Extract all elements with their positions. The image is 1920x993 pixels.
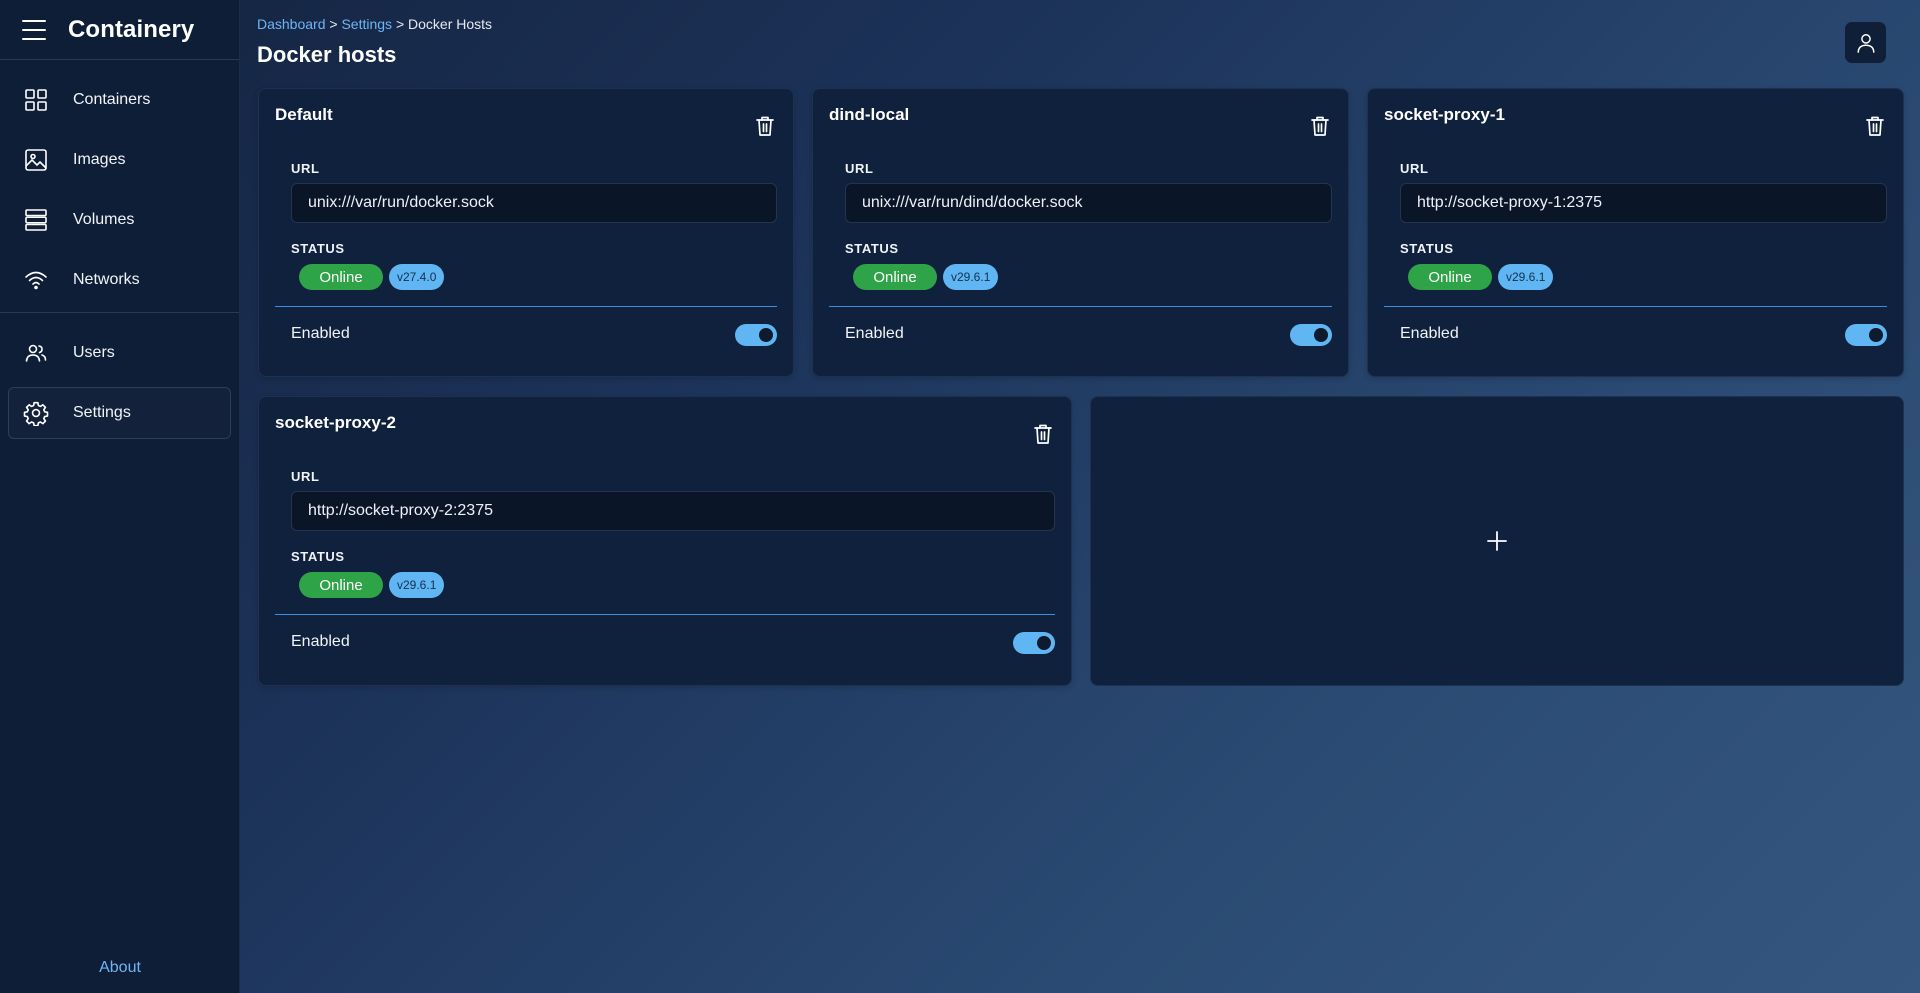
trash-icon[interactable]: [1865, 115, 1885, 137]
host-card: socket-proxy-1 URL STATUS Online v29.6.1…: [1367, 88, 1904, 377]
toggle-knob: [1869, 328, 1883, 342]
url-label: URL: [291, 161, 320, 176]
grid-icon: [23, 87, 49, 113]
page-title: Docker hosts: [257, 42, 397, 67]
version-badge: v29.6.1: [389, 572, 445, 598]
version-badge: v29.6.1: [943, 264, 999, 290]
card-divider: [275, 614, 1055, 615]
breadcrumb-current: Docker Hosts: [408, 16, 493, 32]
sidebar-item-containers[interactable]: Containers: [8, 74, 231, 126]
enabled-label: Enabled: [1400, 325, 1459, 342]
enabled-toggle[interactable]: [735, 324, 777, 346]
host-card: Default URL STATUS Online v27.4.0 Enable…: [258, 88, 794, 377]
version-badge: v27.4.0: [389, 264, 445, 290]
host-url-field[interactable]: [1400, 183, 1887, 223]
breadcrumb-separator: >: [395, 16, 405, 32]
status-label: STATUS: [1400, 241, 1454, 256]
status-badge: Online: [299, 572, 383, 598]
trash-icon[interactable]: [1310, 115, 1330, 137]
sidebar-item-label: Volumes: [73, 211, 135, 228]
status-badge: Online: [853, 264, 937, 290]
toggle-knob: [1037, 636, 1051, 650]
sidebar-nav-group-main: Containers Images Volumes Networks: [0, 74, 239, 313]
app-title: Containery: [68, 15, 195, 43]
version-badge: v29.6.1: [1498, 264, 1554, 290]
host-name: socket-proxy-1: [1384, 105, 1505, 124]
url-label: URL: [1400, 161, 1429, 176]
toggle-knob: [1314, 328, 1328, 342]
card-divider: [829, 306, 1332, 307]
image-icon: [23, 147, 49, 173]
plus-icon: [1487, 531, 1507, 551]
breadcrumb: Dashboard > Settings > Docker Hosts: [257, 16, 492, 32]
status-badge: Online: [1408, 264, 1492, 290]
database-icon: [23, 207, 49, 233]
host-name: dind-local: [829, 105, 910, 124]
sidebar-item-label: Images: [73, 151, 126, 168]
sidebar-item-volumes[interactable]: Volumes: [8, 194, 231, 246]
breadcrumb-settings[interactable]: Settings: [341, 16, 392, 32]
status-label: STATUS: [845, 241, 899, 256]
status-label: STATUS: [291, 549, 345, 564]
card-divider: [275, 306, 777, 307]
host-card: dind-local URL STATUS Online v29.6.1 Ena…: [812, 88, 1349, 377]
sidebar-item-label: Users: [73, 344, 115, 361]
enabled-toggle[interactable]: [1290, 324, 1332, 346]
host-card: socket-proxy-2 URL STATUS Online v29.6.1…: [258, 396, 1072, 686]
status-badges: Online v27.4.0: [299, 264, 445, 290]
host-url-field[interactable]: [845, 183, 1332, 223]
status-badge: Online: [299, 264, 383, 290]
breadcrumb-dashboard[interactable]: Dashboard: [257, 16, 326, 32]
status-label: STATUS: [291, 241, 345, 256]
sidebar-nav: Containers Images Volumes Networks Users…: [0, 60, 239, 439]
sidebar-item-label: Networks: [73, 271, 140, 288]
user-menu-button[interactable]: [1845, 22, 1886, 63]
users-icon: [23, 340, 49, 366]
add-host-card[interactable]: [1090, 396, 1904, 686]
trash-icon[interactable]: [755, 115, 775, 137]
sidebar-item-label: Containers: [73, 91, 151, 108]
enabled-label: Enabled: [845, 325, 904, 342]
card-divider: [1384, 306, 1887, 307]
url-label: URL: [291, 469, 320, 484]
breadcrumb-separator: >: [329, 16, 338, 32]
toggle-knob: [759, 328, 773, 342]
sidebar: Containery Containers Images Volumes Net…: [0, 0, 240, 993]
trash-icon[interactable]: [1033, 423, 1053, 445]
status-badges: Online v29.6.1: [1408, 264, 1554, 290]
wifi-icon: [23, 267, 49, 293]
host-url-field[interactable]: [291, 183, 777, 223]
enabled-toggle[interactable]: [1845, 324, 1887, 346]
sidebar-item-networks[interactable]: Networks: [8, 254, 231, 306]
enabled-label: Enabled: [291, 633, 350, 650]
status-badges: Online v29.6.1: [853, 264, 999, 290]
about-link[interactable]: About: [0, 959, 240, 977]
host-name: Default: [275, 105, 333, 124]
enabled-label: Enabled: [291, 325, 350, 342]
url-label: URL: [845, 161, 874, 176]
status-badges: Online v29.6.1: [299, 572, 445, 598]
gear-icon: [23, 400, 49, 426]
sidebar-item-users[interactable]: Users: [8, 327, 231, 379]
menu-icon[interactable]: [22, 19, 46, 40]
host-url-field[interactable]: [291, 491, 1055, 531]
sidebar-item-label: Settings: [73, 404, 131, 421]
sidebar-item-images[interactable]: Images: [8, 134, 231, 186]
user-icon: [1856, 33, 1875, 53]
host-name: socket-proxy-2: [275, 413, 396, 432]
sidebar-item-settings[interactable]: Settings: [8, 387, 231, 439]
sidebar-header: Containery: [0, 0, 239, 60]
enabled-toggle[interactable]: [1013, 632, 1055, 654]
